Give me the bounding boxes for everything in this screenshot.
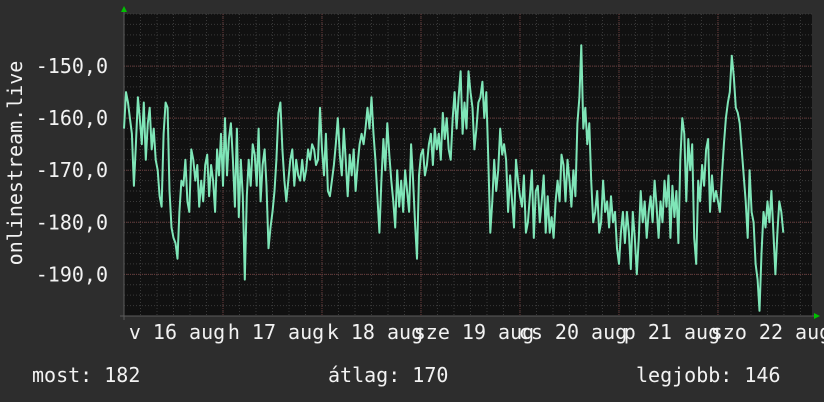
y-tick-labels: -150,0 -160,0 -170,0 -180,0 -190,0 xyxy=(36,54,108,286)
x-tick-label: sze 19 aug xyxy=(414,320,534,344)
chart-root: -150,0 -160,0 -170,0 -180,0 -190,0 v 16 aug h… xyxy=(0,0,824,402)
x-tick-label: h 17 aug xyxy=(228,320,324,344)
x-tick-label: v 16 aug xyxy=(129,320,225,344)
y-tick-label: -180,0 xyxy=(36,210,108,234)
x-tick-label: szo 22 aug xyxy=(711,320,824,344)
y-axis-label: onlinestream.live xyxy=(3,61,27,266)
current-value-label: most: 182 xyxy=(32,363,140,387)
y-tick-label: -160,0 xyxy=(36,106,108,130)
best-value-label: legjobb: 146 xyxy=(636,363,781,387)
x-tick-label: k 18 aug xyxy=(327,320,423,344)
x-tick-label: cs 20 aug xyxy=(519,320,627,344)
average-value-label: átlag: 170 xyxy=(328,363,448,387)
line-chart: -150,0 -160,0 -170,0 -180,0 -190,0 v 16 aug h… xyxy=(3,6,824,387)
y-tick-label: -150,0 xyxy=(36,54,108,78)
x-tick-label: p 21 aug xyxy=(624,320,720,344)
x-tick-labels: v 16 aug h 17 aug k 18 augsze 19 augcs 20 … xyxy=(129,320,824,344)
x-axis-arrow xyxy=(814,313,820,319)
y-axis-arrow xyxy=(121,6,127,12)
y-tick-label: -190,0 xyxy=(36,262,108,286)
y-tick-label: -170,0 xyxy=(36,158,108,182)
